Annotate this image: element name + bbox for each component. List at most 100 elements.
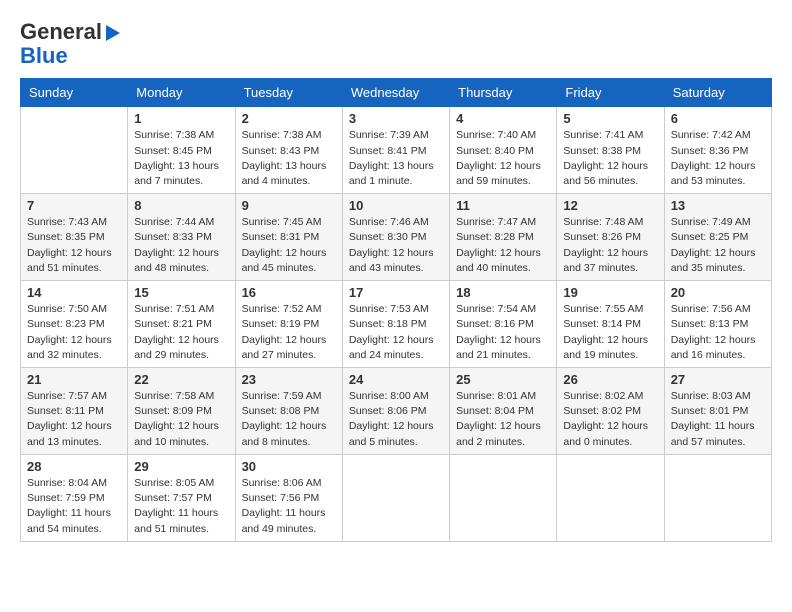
day-number: 2 <box>242 111 336 126</box>
day-of-week-header: Sunday <box>21 79 128 107</box>
day-info: Sunrise: 7:47 AMSunset: 8:28 PMDaylight:… <box>456 215 550 276</box>
day-info: Sunrise: 7:50 AMSunset: 8:23 PMDaylight:… <box>27 302 121 363</box>
day-of-week-header: Thursday <box>450 79 557 107</box>
page-header: General Blue <box>20 20 772 68</box>
day-info: Sunrise: 7:39 AMSunset: 8:41 PMDaylight:… <box>349 128 443 189</box>
day-number: 4 <box>456 111 550 126</box>
calendar-week-row: 21 Sunrise: 7:57 AMSunset: 8:11 PMDayligh… <box>21 368 772 455</box>
day-info: Sunrise: 8:06 AMSunset: 7:56 PMDaylight:… <box>242 476 336 537</box>
day-number: 22 <box>134 372 228 387</box>
day-info: Sunrise: 8:02 AMSunset: 8:02 PMDaylight:… <box>563 389 657 450</box>
day-info: Sunrise: 7:43 AMSunset: 8:35 PMDaylight:… <box>27 215 121 276</box>
day-number: 12 <box>563 198 657 213</box>
calendar-day-cell: 11 Sunrise: 7:47 AMSunset: 8:28 PMDayligh… <box>450 194 557 281</box>
day-number: 27 <box>671 372 765 387</box>
calendar-day-cell: 27 Sunrise: 8:03 AMSunset: 8:01 PMDayligh… <box>664 368 771 455</box>
calendar-header-row: SundayMondayTuesdayWednesdayThursdayFrid… <box>21 79 772 107</box>
day-info: Sunrise: 7:54 AMSunset: 8:16 PMDaylight:… <box>456 302 550 363</box>
day-number: 15 <box>134 285 228 300</box>
day-number: 30 <box>242 459 336 474</box>
calendar-day-cell: 8Sunrise: 7:44 AMSunset: 8:33 PMDaylight… <box>128 194 235 281</box>
day-info: Sunrise: 7:49 AMSunset: 8:25 PMDaylight:… <box>671 215 765 276</box>
calendar-day-cell: 19Sunrise: 7:55 AMSunset: 8:14 PMDayligh… <box>557 281 664 368</box>
day-of-week-header: Wednesday <box>342 79 449 107</box>
calendar-day-cell: 7 Sunrise: 7:43 AMSunset: 8:35 PMDaylight… <box>21 194 128 281</box>
calendar-day-cell: 9Sunrise: 7:45 AMSunset: 8:31 PMDaylight… <box>235 194 342 281</box>
calendar-week-row: 1 Sunrise: 7:38 AMSunset: 8:45 PMDaylight… <box>21 107 772 194</box>
day-number: 1 <box>134 111 228 126</box>
calendar-day-cell: 17 Sunrise: 7:53 AMSunset: 8:18 PMDayligh… <box>342 281 449 368</box>
day-info: Sunrise: 7:56 AMSunset: 8:13 PMDaylight:… <box>671 302 765 363</box>
day-number: 13 <box>671 198 765 213</box>
day-of-week-header: Tuesday <box>235 79 342 107</box>
logo: General Blue <box>20 20 120 68</box>
calendar-table: SundayMondayTuesdayWednesdayThursdayFrid… <box>20 78 772 541</box>
day-number: 16 <box>242 285 336 300</box>
calendar-day-cell <box>450 454 557 541</box>
calendar-day-cell: 4 Sunrise: 7:40 AMSunset: 8:40 PMDaylight… <box>450 107 557 194</box>
day-number: 23 <box>242 372 336 387</box>
day-number: 11 <box>456 198 550 213</box>
day-number: 14 <box>27 285 121 300</box>
day-info: Sunrise: 7:48 AMSunset: 8:26 PMDaylight:… <box>563 215 657 276</box>
day-of-week-header: Monday <box>128 79 235 107</box>
day-info: Sunrise: 7:59 AMSunset: 8:08 PMDaylight:… <box>242 389 336 450</box>
day-info: Sunrise: 7:38 AMSunset: 8:43 PMDaylight:… <box>242 128 336 189</box>
day-number: 20 <box>671 285 765 300</box>
day-info: Sunrise: 8:03 AMSunset: 8:01 PMDaylight:… <box>671 389 765 450</box>
calendar-day-cell: 3 Sunrise: 7:39 AMSunset: 8:41 PMDaylight… <box>342 107 449 194</box>
calendar-day-cell: 24 Sunrise: 8:00 AMSunset: 8:06 PMDayligh… <box>342 368 449 455</box>
calendar-day-cell: 28 Sunrise: 8:04 AMSunset: 7:59 PMDayligh… <box>21 454 128 541</box>
day-info: Sunrise: 7:46 AMSunset: 8:30 PMDaylight:… <box>349 215 443 276</box>
calendar-day-cell: 22 Sunrise: 7:58 AMSunset: 8:09 PMDayligh… <box>128 368 235 455</box>
day-info: Sunrise: 7:51 AMSunset: 8:21 PMDaylight:… <box>134 302 228 363</box>
day-number: 29 <box>134 459 228 474</box>
calendar-day-cell: 29 Sunrise: 8:05 AMSunset: 7:57 PMDayligh… <box>128 454 235 541</box>
day-info: Sunrise: 8:01 AMSunset: 8:04 PMDaylight:… <box>456 389 550 450</box>
day-number: 17 <box>349 285 443 300</box>
calendar-week-row: 14 Sunrise: 7:50 AMSunset: 8:23 PMDayligh… <box>21 281 772 368</box>
day-number: 28 <box>27 459 121 474</box>
calendar-day-cell: 20 Sunrise: 7:56 AMSunset: 8:13 PMDayligh… <box>664 281 771 368</box>
day-info: Sunrise: 7:52 AMSunset: 8:19 PMDaylight:… <box>242 302 336 363</box>
calendar-day-cell: 6Sunrise: 7:42 AMSunset: 8:36 PMDaylight… <box>664 107 771 194</box>
day-info: Sunrise: 7:58 AMSunset: 8:09 PMDaylight:… <box>134 389 228 450</box>
calendar-week-row: 28 Sunrise: 8:04 AMSunset: 7:59 PMDayligh… <box>21 454 772 541</box>
calendar-day-cell <box>557 454 664 541</box>
day-info: Sunrise: 8:05 AMSunset: 7:57 PMDaylight:… <box>134 476 228 537</box>
day-info: Sunrise: 7:42 AMSunset: 8:36 PMDaylight:… <box>671 128 765 189</box>
day-info: Sunrise: 7:38 AMSunset: 8:45 PMDaylight:… <box>134 128 228 189</box>
day-of-week-header: Saturday <box>664 79 771 107</box>
day-number: 21 <box>27 372 121 387</box>
calendar-day-cell: 25 Sunrise: 8:01 AMSunset: 8:04 PMDayligh… <box>450 368 557 455</box>
day-info: Sunrise: 7:40 AMSunset: 8:40 PMDaylight:… <box>456 128 550 189</box>
logo-text: General <box>20 20 120 44</box>
day-number: 25 <box>456 372 550 387</box>
calendar-day-cell <box>342 454 449 541</box>
day-number: 7 <box>27 198 121 213</box>
calendar-day-cell: 18Sunrise: 7:54 AMSunset: 8:16 PMDayligh… <box>450 281 557 368</box>
calendar-day-cell: 1 Sunrise: 7:38 AMSunset: 8:45 PMDaylight… <box>128 107 235 194</box>
day-info: Sunrise: 7:57 AMSunset: 8:11 PMDaylight:… <box>27 389 121 450</box>
calendar-day-cell: 5Sunrise: 7:41 AMSunset: 8:38 PMDaylight… <box>557 107 664 194</box>
day-number: 9 <box>242 198 336 213</box>
day-number: 3 <box>349 111 443 126</box>
day-number: 10 <box>349 198 443 213</box>
calendar-day-cell: 2 Sunrise: 7:38 AMSunset: 8:43 PMDaylight… <box>235 107 342 194</box>
calendar-day-cell: 15 Sunrise: 7:51 AMSunset: 8:21 PMDayligh… <box>128 281 235 368</box>
day-info: Sunrise: 7:44 AMSunset: 8:33 PMDaylight:… <box>134 215 228 276</box>
day-info: Sunrise: 8:04 AMSunset: 7:59 PMDaylight:… <box>27 476 121 537</box>
logo-blue: Blue <box>20 43 68 68</box>
day-number: 24 <box>349 372 443 387</box>
calendar-day-cell: 12 Sunrise: 7:48 AMSunset: 8:26 PMDayligh… <box>557 194 664 281</box>
day-info: Sunrise: 7:53 AMSunset: 8:18 PMDaylight:… <box>349 302 443 363</box>
calendar-day-cell: 10 Sunrise: 7:46 AMSunset: 8:30 PMDayligh… <box>342 194 449 281</box>
calendar-day-cell: 14 Sunrise: 7:50 AMSunset: 8:23 PMDayligh… <box>21 281 128 368</box>
calendar-day-cell: 13 Sunrise: 7:49 AMSunset: 8:25 PMDayligh… <box>664 194 771 281</box>
calendar-day-cell: 16 Sunrise: 7:52 AMSunset: 8:19 PMDayligh… <box>235 281 342 368</box>
day-of-week-header: Friday <box>557 79 664 107</box>
calendar-body: 1 Sunrise: 7:38 AMSunset: 8:45 PMDaylight… <box>21 107 772 541</box>
day-info: Sunrise: 8:00 AMSunset: 8:06 PMDaylight:… <box>349 389 443 450</box>
day-number: 19 <box>563 285 657 300</box>
calendar-day-cell: 21 Sunrise: 7:57 AMSunset: 8:11 PMDayligh… <box>21 368 128 455</box>
